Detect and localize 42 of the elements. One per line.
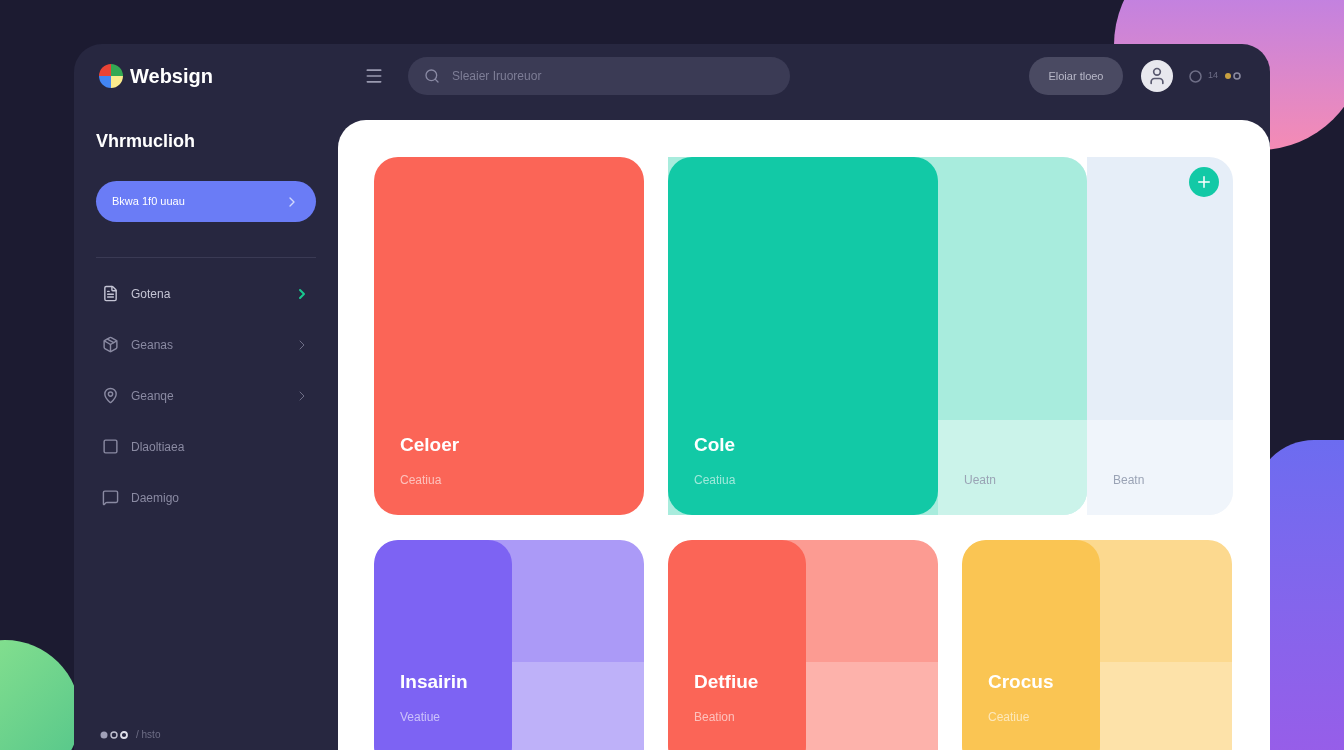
- card-title: Crocus: [988, 669, 1055, 694]
- card-title: Detfiue: [694, 669, 760, 694]
- card-title: Cole: [694, 432, 737, 457]
- card-subtitle: Veatiue: [400, 709, 442, 726]
- card-subtitle: Beatn: [1113, 472, 1146, 489]
- search-icon: [424, 68, 440, 84]
- nav-item[interactable]: Daemigo: [96, 472, 316, 523]
- plus-icon: [1195, 173, 1213, 191]
- menu-button[interactable]: [364, 66, 384, 86]
- card-subtitle: Ueatn: [964, 472, 998, 489]
- card-subtitle: Ceatiue: [988, 709, 1031, 726]
- card-subtitle: Ceatiua: [694, 472, 737, 489]
- status-icon: [1189, 69, 1202, 83]
- nav-item[interactable]: Dlaoltiaea: [96, 421, 316, 472]
- color-card[interactable]: Insairin Veatiue: [374, 540, 644, 750]
- brand-name: Websign: [130, 64, 213, 89]
- primary-button[interactable]: Bkwa 1f0 uuau: [96, 181, 316, 222]
- nav-item[interactable]: Gotena: [96, 268, 316, 319]
- avatar[interactable]: [1141, 60, 1173, 92]
- card-title: Insairin: [400, 669, 469, 694]
- pin-icon: [102, 387, 119, 404]
- logo-icon: [98, 63, 124, 89]
- dots-icon: [100, 730, 128, 739]
- card-subtitle: Ceatiua: [400, 472, 443, 489]
- color-card[interactable]: Ueatn: [938, 157, 1087, 515]
- color-card[interactable]: Beatn: [1087, 157, 1233, 515]
- header-button[interactable]: Eloiar tloeo: [1029, 57, 1123, 95]
- chat-icon: [102, 489, 119, 506]
- color-card[interactable]: Detfiue Beation: [668, 540, 938, 750]
- sidebar-title: Vhrmuclioh: [96, 130, 196, 153]
- dots-icon: [1224, 72, 1242, 80]
- status-count: 14: [1208, 69, 1218, 83]
- document-icon: [102, 285, 119, 302]
- nav-item[interactable]: Geanqe: [96, 370, 316, 421]
- card-title: Celoer: [400, 432, 461, 457]
- menu-icon: [364, 66, 384, 86]
- card-subtitle: Beation: [694, 709, 736, 726]
- square-icon: [102, 438, 119, 455]
- footer-text: / hsto: [136, 728, 161, 742]
- nav-item[interactable]: Geanas: [96, 319, 316, 370]
- color-card[interactable]: Celoer Ceatiua: [374, 157, 644, 515]
- box-icon: [102, 336, 119, 353]
